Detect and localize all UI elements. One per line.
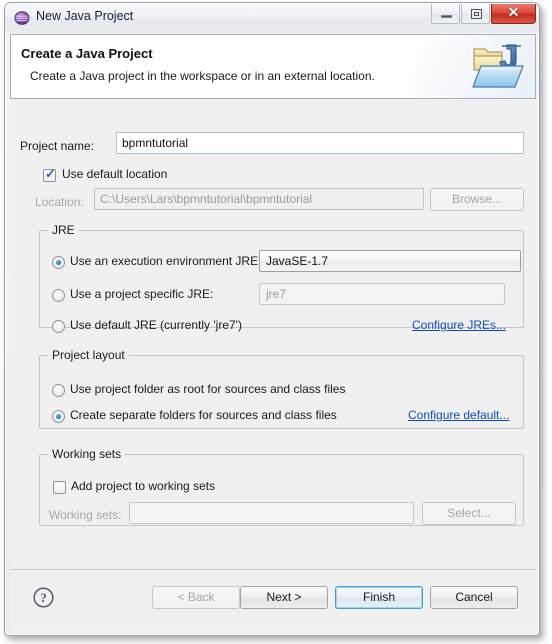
use-default-location-label: Use default location xyxy=(62,167,168,181)
help-question-icon[interactable]: ? xyxy=(33,587,54,608)
working-sets-group-title: Working sets xyxy=(48,447,126,461)
minimize-icon xyxy=(441,15,452,18)
close-button[interactable]: ✕ xyxy=(491,4,536,24)
radio-default-jre[interactable] xyxy=(52,320,65,333)
location-input: C:\Users\Lars\bpmntutorial\bpmntutorial xyxy=(94,188,424,210)
configure-default-link[interactable]: Configure default... xyxy=(408,408,509,422)
default-jre-label: Use default JRE (currently 'jre7') xyxy=(70,318,242,332)
jre-group-title: JRE xyxy=(48,223,79,237)
jre-group: JRE xyxy=(39,223,524,328)
dialog-window: New Java Project ✕ Create a Java Project… xyxy=(4,2,540,636)
browse-button: Browse... xyxy=(430,188,524,211)
minimize-button[interactable] xyxy=(431,4,460,24)
window-title: New Java Project xyxy=(36,9,134,23)
location-label: Location: xyxy=(35,195,84,209)
working-sets-combo xyxy=(129,502,414,524)
add-project-to-working-sets-checkbox[interactable] xyxy=(53,481,66,494)
maximize-icon xyxy=(471,9,482,19)
close-icon: ✕ xyxy=(507,6,520,21)
project-name-input[interactable]: bpmntutorial xyxy=(116,132,524,154)
page-title: Create a Java Project xyxy=(21,46,153,61)
eclipse-sphere-icon xyxy=(14,10,30,26)
project-specific-jre-label: Use a project specific JRE: xyxy=(70,287,214,301)
configure-jres-link[interactable]: Configure JREs... xyxy=(412,318,506,332)
maximize-button[interactable] xyxy=(461,4,490,24)
add-project-to-working-sets-label: Add project to working sets xyxy=(71,479,216,493)
select-working-sets-button: Select... xyxy=(422,502,516,525)
page-description: Create a Java project in the workspace o… xyxy=(30,69,375,83)
title-bar[interactable]: New Java Project ✕ xyxy=(5,3,539,33)
project-layout-group-title: Project layout xyxy=(48,348,129,362)
working-sets-label: Working sets: xyxy=(49,508,122,522)
svg-text:?: ? xyxy=(40,590,47,605)
radio-project-folder-root[interactable] xyxy=(52,384,65,397)
dialog-content: Project name: bpmntutorial ✓ Use default… xyxy=(10,99,536,569)
radio-selected-dot xyxy=(56,414,61,419)
radio-project-specific-jre[interactable] xyxy=(52,289,65,302)
cancel-button[interactable]: Cancel xyxy=(430,586,518,609)
separate-folders-label: Create separate folders for sources and … xyxy=(70,408,337,422)
radio-separate-folders[interactable] xyxy=(52,410,65,423)
java-project-folder-icon xyxy=(469,39,527,95)
button-bar: ? < Back Next > Finish Cancel xyxy=(10,570,536,630)
radio-selected-dot xyxy=(56,260,61,265)
finish-button[interactable]: Finish xyxy=(335,586,423,609)
back-button: < Back xyxy=(152,586,240,609)
project-specific-jre-combo: jre7 xyxy=(259,283,505,305)
execution-environment-jre-label: Use an execution environment JRE: xyxy=(70,254,262,268)
banner: Create a Java Project Create a Java proj… xyxy=(10,34,536,99)
use-default-location-checkbox[interactable]: ✓ xyxy=(43,166,56,182)
radio-execution-environment-jre[interactable] xyxy=(52,256,65,269)
project-name-label: Project name: xyxy=(20,139,95,153)
execution-environment-combo[interactable]: JavaSE-1.7 xyxy=(259,250,521,272)
next-button[interactable]: Next > xyxy=(240,586,328,609)
project-folder-root-label: Use project folder as root for sources a… xyxy=(70,382,346,396)
checkmark-icon: ✓ xyxy=(45,166,56,181)
